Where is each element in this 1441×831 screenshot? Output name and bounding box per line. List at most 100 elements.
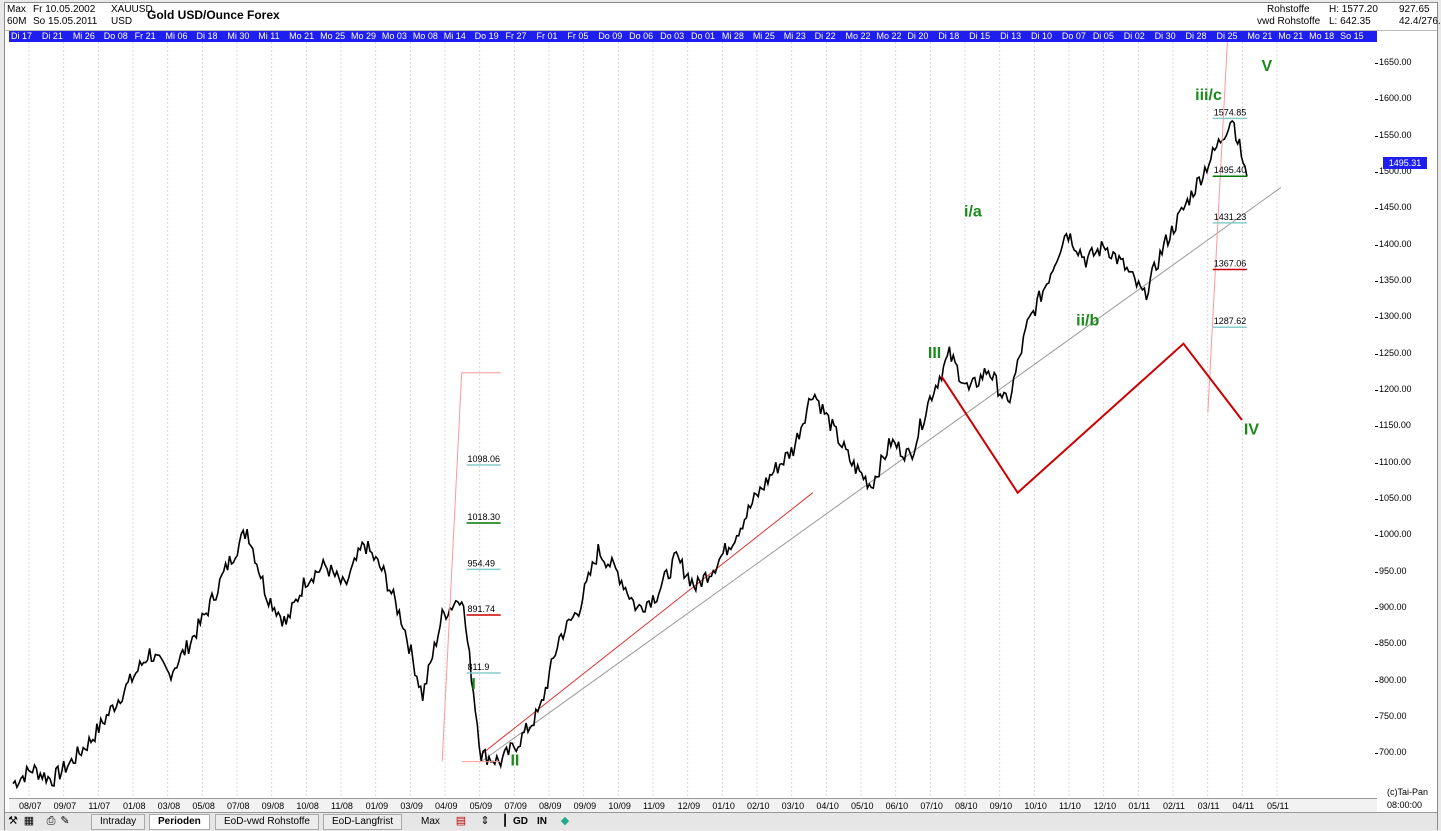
wave-label: III bbox=[928, 345, 941, 362]
wave-label: ii/b bbox=[1076, 313, 1099, 330]
y-tick-label: 1150.00 bbox=[1375, 420, 1411, 431]
date-bar-label: Di 02 bbox=[1123, 31, 1145, 41]
date-bar-label: Mi 06 bbox=[165, 31, 188, 41]
x-tick-label: 06/10 bbox=[885, 801, 909, 811]
tab-eod-langfrist[interactable]: EoD-Langfrist bbox=[323, 814, 403, 830]
y-tick-label: 1100.00 bbox=[1375, 456, 1411, 467]
gd-button[interactable]: GD bbox=[513, 816, 528, 827]
y-tick-label: 1400.00 bbox=[1375, 238, 1412, 249]
date-bar-label: Mo 22 bbox=[876, 31, 902, 41]
fib-level-label: 1287.62 bbox=[1214, 316, 1247, 326]
date-bar-label: Do 07 bbox=[1061, 31, 1086, 41]
bars-icon[interactable]: ┃ bbox=[499, 815, 511, 827]
date-bar-label: Fr 27 bbox=[505, 31, 527, 41]
arrows-icon[interactable]: ⇕ bbox=[479, 815, 491, 827]
wave-label: iii/c bbox=[1195, 87, 1222, 104]
x-tick-label: 11/09 bbox=[643, 801, 665, 811]
high-value: H: 1577.20 bbox=[1329, 4, 1378, 15]
date-bar-label: Mo 21 bbox=[289, 31, 315, 41]
y-tick-label: 1450.00 bbox=[1375, 202, 1412, 213]
fib-level-label: 1574.85 bbox=[1214, 107, 1247, 117]
category-label: Rohstoffe bbox=[1267, 4, 1310, 15]
y-tick-label: 700.00 bbox=[1375, 747, 1407, 758]
date-bar-label: Di 10 bbox=[1031, 31, 1053, 41]
x-tick-label: 01/09 bbox=[365, 801, 389, 811]
wave-label: V bbox=[1261, 58, 1272, 75]
x-tick-label: 11/10 bbox=[1059, 801, 1081, 811]
date-bar-label: Mi 28 bbox=[721, 31, 744, 41]
low-value: L: 642.35 bbox=[1329, 16, 1371, 27]
date-bar-label: Mi 11 bbox=[258, 31, 280, 41]
flag-icon[interactable]: ▤ bbox=[455, 815, 467, 827]
tools-icon[interactable]: ⚒ bbox=[7, 815, 19, 827]
date-bar-label: Di 20 bbox=[907, 31, 929, 41]
chart-header: Max Fr 10.05.2002 60M So 15.05.2011 XAUU… bbox=[5, 3, 1441, 31]
y-tick-label: 1050.00 bbox=[1375, 492, 1412, 503]
wave-label: I bbox=[471, 676, 475, 693]
last-price-tag: 1495.31 bbox=[1383, 157, 1427, 169]
date-bar-label: Fr 21 bbox=[134, 31, 156, 41]
fib-level-label: 1431.23 bbox=[1214, 212, 1247, 222]
chart-title: Gold USD/Ounce Forex bbox=[147, 8, 280, 22]
date-bar-label: Do 09 bbox=[598, 31, 623, 41]
tab-perioden[interactable]: Perioden bbox=[149, 814, 210, 830]
x-tick-label: 01/11 bbox=[1128, 801, 1151, 811]
date-bar-label: Di 18 bbox=[196, 31, 218, 41]
x-tick-label: 09/10 bbox=[989, 801, 1013, 811]
clock-label: 08:00:00 bbox=[1387, 800, 1423, 810]
in-button[interactable]: IN bbox=[537, 816, 547, 827]
source-label: vwd Rohstoffe bbox=[1257, 16, 1321, 27]
fib-level-label: 1098.06 bbox=[468, 454, 501, 464]
print-icon[interactable]: ⎙ bbox=[45, 815, 57, 827]
x-tick-label: 08/09 bbox=[539, 801, 562, 811]
x-tick-label: 08/10 bbox=[955, 801, 978, 811]
date-bar-label: Di 13 bbox=[1000, 31, 1022, 41]
x-tick-label: 05/10 bbox=[851, 801, 874, 811]
date-bar-label: Mi 30 bbox=[227, 31, 250, 41]
price-chart[interactable]: 1098.06 1018.30 954.49 891.74 811.9 1574.85 14… bbox=[9, 42, 1377, 798]
date-bar-label: Do 19 bbox=[474, 31, 499, 41]
tab-intraday[interactable]: Intraday bbox=[91, 814, 146, 830]
date-bar-label: Di 25 bbox=[1216, 31, 1238, 41]
y-tick-label: 750.00 bbox=[1375, 711, 1407, 722]
date-bar-label: Do 06 bbox=[629, 31, 654, 41]
tab-eod-vwd-rohstoffe[interactable]: EoD-vwd Rohstoffe bbox=[215, 814, 319, 830]
wave-label: i/a bbox=[964, 203, 982, 220]
date-bar-label: Di 05 bbox=[1092, 31, 1114, 41]
wave-label: IV bbox=[1244, 422, 1259, 439]
fib-level-label: 1495.40 bbox=[1214, 165, 1247, 175]
max-select[interactable]: Max bbox=[421, 816, 440, 827]
diamond-icon[interactable]: ◆ bbox=[559, 815, 571, 827]
date-bar-label: Fr 05 bbox=[567, 31, 589, 41]
date-bar-label: Mo 22 bbox=[845, 31, 871, 41]
y-tick-label: 1350.00 bbox=[1375, 274, 1412, 285]
y-tick-label: 1200.00 bbox=[1375, 383, 1412, 394]
date-bar-label: So 15 bbox=[1340, 31, 1364, 41]
date-bar-label: Mo 03 bbox=[381, 31, 407, 41]
date-bar-label: Di 22 bbox=[814, 31, 836, 41]
x-tick-label: 03/08 bbox=[157, 801, 181, 811]
fib-level-label: 1367.06 bbox=[1214, 258, 1247, 268]
x-tick-label: 02/10 bbox=[747, 801, 770, 811]
y-tick-label: 1250.00 bbox=[1375, 347, 1412, 358]
x-tick-label: 07/09 bbox=[504, 801, 527, 811]
grid-icon[interactable]: ▦ bbox=[23, 815, 35, 827]
x-tick-label: 12/10 bbox=[1093, 801, 1117, 811]
x-tick-label: 01/08 bbox=[123, 801, 146, 811]
date-bar-label: Mo 18 bbox=[1309, 31, 1335, 41]
x-tick-label: 07/10 bbox=[920, 801, 943, 811]
date-bar-label: Mo 25 bbox=[320, 31, 346, 41]
x-tick-label: 09/08 bbox=[261, 801, 285, 811]
x-tick-label: 04/11 bbox=[1232, 801, 1255, 811]
copyright-label: (c)Tai-Pan bbox=[1387, 787, 1429, 797]
y-tick-label: 1550.00 bbox=[1375, 129, 1412, 140]
x-tick-label: 05/09 bbox=[469, 801, 493, 811]
pen-icon[interactable]: ✎ bbox=[59, 815, 71, 827]
chart-window: Max Fr 10.05.2002 60M So 15.05.2011 XAUU… bbox=[4, 2, 1441, 830]
x-tick-label: 05/08 bbox=[192, 801, 215, 811]
date-bar-label: Di 21 bbox=[41, 31, 63, 41]
date-bar-label: Di 28 bbox=[1185, 31, 1207, 41]
fib-level-label: 891.74 bbox=[468, 604, 496, 614]
x-tick-label: 03/09 bbox=[400, 801, 423, 811]
bottom-toolbar: ⚒ ▦ ⎙ ✎ Intraday Perioden EoD-vwd Rohsto… bbox=[5, 812, 1437, 830]
